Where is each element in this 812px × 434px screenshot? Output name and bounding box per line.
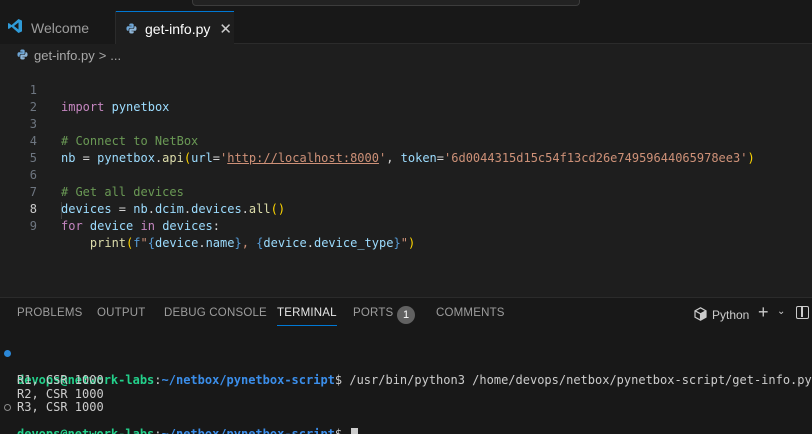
string-quote: " — [400, 236, 408, 250]
command-center[interactable] — [192, 0, 580, 6]
code-line: 8 for device in devices: — [0, 184, 812, 233]
terminal-selector[interactable]: Python — [694, 305, 749, 325]
dot: . — [306, 236, 314, 250]
command-decoration-icon[interactable] — [4, 404, 11, 411]
function-name: print — [89, 236, 127, 250]
terminal-cursor — [351, 428, 359, 434]
command-decoration-icon[interactable] — [4, 350, 11, 357]
tab-ports[interactable]: PORTS — [353, 307, 393, 319]
prompt-path: ~/netbox/pynetbox-script — [161, 373, 335, 387]
tab-get-info-label: get-info.py — [145, 20, 211, 37]
ports-count-badge: 1 — [397, 306, 415, 324]
tab-welcome-label: Welcome — [31, 19, 90, 36]
code-line: 2 — [0, 82, 812, 114]
variable: devices — [162, 219, 213, 233]
python-file-icon — [126, 21, 137, 37]
prompt-path: ~/netbox/pynetbox-script — [161, 427, 335, 434]
python-file-icon — [17, 48, 28, 63]
tab-debug-console[interactable]: DEBUG CONSOLE — [164, 307, 267, 319]
code-line: 4 nb = pynetbox.api(url='http://localhos… — [0, 116, 812, 165]
panel-tabs: PROBLEMS OUTPUT DEBUG CONSOLE TERMINAL P… — [0, 298, 812, 330]
prompt-symbol: $ — [334, 373, 350, 387]
tab-get-info-py[interactable]: get-info.py ✕ — [116, 11, 234, 45]
breadcrumb-separator: > — [98, 47, 107, 63]
colon: : — [212, 219, 221, 233]
terminal-line: R2, CSR 1000 — [0, 374, 104, 400]
tab-terminal[interactable]: TERMINAL — [277, 307, 337, 326]
terminal-line: R1, CSR 1000 — [0, 361, 104, 386]
terminal-command: /usr/bin/python3 /home/devops/netbox/pyn… — [349, 373, 812, 387]
tab-welcome[interactable]: Welcome — [0, 11, 116, 44]
breadcrumb-symbols[interactable]: ... — [110, 48, 121, 63]
string-quote: " — [140, 236, 148, 250]
chevron-down-icon[interactable]: ⌄ — [777, 306, 785, 317]
editor-tab-bar: Welcome get-info.py ✕ — [0, 11, 812, 45]
prompt-colon: : — [154, 373, 162, 387]
breadcrumb: get-info.py > ... — [17, 46, 121, 64]
variable: device — [154, 236, 199, 250]
code-line: 6 # Get all devices — [0, 150, 812, 199]
code-line: 9 print(f"{device.name}, {device.device_… — [0, 201, 812, 250]
close-icon[interactable]: ✕ — [219, 20, 232, 38]
title-bar — [0, 0, 812, 11]
code-editor[interactable]: 1 import pynetbox 2 3 # Connect to NetBo… — [0, 65, 812, 297]
code-line: 3 # Connect to NetBox — [0, 99, 812, 148]
bracket: ) — [407, 236, 416, 250]
string-literal: , — [241, 236, 257, 250]
python-icon — [694, 306, 707, 324]
code-line: 1 import pynetbox — [0, 65, 812, 114]
code-line: 7 devices = nb.dcim.devices.all() — [0, 167, 812, 216]
attribute: name — [205, 236, 235, 250]
tab-comments[interactable]: COMMENTS — [436, 307, 505, 319]
tab-output[interactable]: OUTPUT — [97, 307, 145, 319]
plus-icon[interactable]: + — [758, 302, 769, 323]
line-number: 9 — [29, 219, 37, 233]
prompt-symbol: $ — [334, 427, 350, 434]
prompt-colon: : — [154, 427, 162, 434]
terminal-line: R3, CSR 1000 — [0, 388, 104, 413]
terminal-output[interactable]: devops@network-labs:~/netbox/pynetbox-sc… — [0, 347, 812, 434]
split-panel-icon[interactable] — [796, 306, 809, 319]
code-line: 5 — [0, 133, 812, 165]
vscode-logo-icon — [7, 18, 23, 37]
fstring-brace: } — [393, 236, 401, 250]
fstring-brace: { — [147, 236, 155, 250]
variable: device — [263, 236, 307, 250]
variable: device — [89, 219, 134, 233]
keyword: in — [140, 219, 155, 233]
attribute: device_type — [313, 236, 394, 250]
keyword: for — [61, 219, 83, 233]
terminal-name: Python — [712, 308, 750, 322]
terminal-line: devops@network-labs:~/netbox/pynetbox-sc… — [0, 347, 812, 387]
dot: . — [198, 236, 206, 250]
prompt-user: devops@network-labs — [17, 427, 155, 434]
fstring-prefix: f — [133, 236, 141, 250]
breadcrumb-file[interactable]: get-info.py — [34, 48, 95, 63]
tab-problems[interactable]: PROBLEMS — [17, 307, 83, 319]
terminal-line: devops@network-labs:~/netbox/pynetbox-sc… — [0, 401, 359, 434]
fstring-brace: } — [234, 236, 242, 250]
bottom-panel: PROBLEMS OUTPUT DEBUG CONSOLE TERMINAL P… — [0, 297, 812, 434]
